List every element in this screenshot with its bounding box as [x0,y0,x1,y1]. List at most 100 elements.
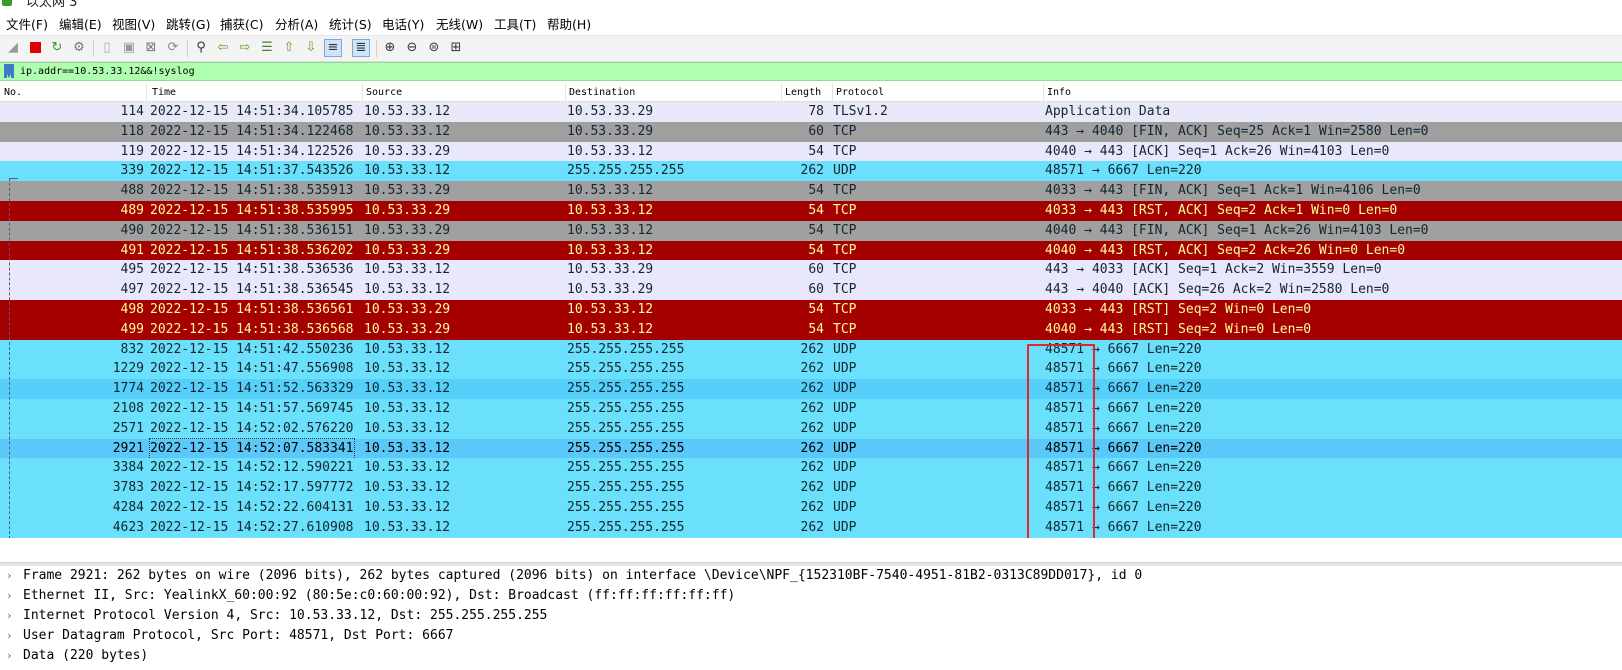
column-no[interactable]: No. [4,87,22,98]
packet-row[interactable]: 489 2022-12-15 14:51:38.535995 10.53.33.29… [0,200,1622,221]
bookmark-icon[interactable] [4,64,14,78]
open-file-icon[interactable]: ▯ [99,40,115,56]
colorize-icon[interactable]: ≣ [352,39,370,57]
packet-source: 10.53.33.12 [364,262,451,278]
close-file-icon[interactable]: ⊠ [143,40,159,56]
menu-telephony[interactable]: 电话(Y) [382,14,424,33]
packet-source: 10.53.33.12 [364,361,451,377]
detail-tree-label: Frame 2921: 262 bytes on wire (2096 bits… [23,568,1143,583]
packet-row[interactable]: 118 2022-12-15 14:51:34.122468 10.53.33.12… [0,121,1622,142]
detail-tree-item[interactable]: › User Datagram Protocol, Src Port: 48571… [0,626,1622,646]
detail-tree-item[interactable]: › Frame 2921: 262 bytes on wire (2096 bit… [0,566,1622,586]
packet-row[interactable]: 3384 2022-12-15 14:52:12.590221 10.53.33.1… [0,458,1622,479]
packet-info: Application Data [1045,104,1171,119]
menu-view[interactable]: 视图(V) [112,14,155,33]
packet-row[interactable]: 832 2022-12-15 14:51:42.550236 10.53.33.12… [0,339,1622,360]
packet-row[interactable]: 498 2022-12-15 14:51:38.536561 10.53.33.29… [0,299,1622,320]
stop-capture-icon[interactable] [27,40,43,56]
autoscroll-icon[interactable]: ≡ [324,39,342,57]
packet-row[interactable]: 499 2022-12-15 14:51:38.536568 10.53.33.29… [0,319,1622,340]
column-source[interactable]: Source [366,87,402,98]
menu-go[interactable]: 跳转(G) [166,14,210,33]
packet-time: 2022-12-15 14:51:52.563329 [150,381,354,397]
restart-capture-icon[interactable]: ↻ [49,40,65,56]
packet-row[interactable]: 119 2022-12-15 14:51:34.122526 10.53.33.29… [0,141,1622,162]
column-divider[interactable] [781,84,782,101]
packet-details-pane: › Frame 2921: 262 bytes on wire (2096 bit… [0,566,1622,670]
resize-columns-icon[interactable]: ⊞ [448,40,464,56]
shark-fin-start-icon[interactable]: ◢ [5,40,21,56]
packet-row[interactable]: 114 2022-12-15 14:51:34.105785 10.53.33.12… [0,102,1622,122]
packet-row[interactable]: 497 2022-12-15 14:51:38.536545 10.53.33.12… [0,280,1622,300]
chevron-right-icon[interactable]: › [6,646,13,666]
packet-destination: 10.53.33.12 [567,242,654,258]
column-protocol[interactable]: Protocol [836,87,884,98]
zoom-out-icon[interactable]: ⊖ [404,40,420,56]
column-time[interactable]: Time [152,87,176,98]
menu-analyze[interactable]: 分析(A) [275,14,318,33]
capture-options-icon[interactable]: ⚙ [71,40,87,56]
menu-file[interactable]: 文件(F) [6,14,48,33]
packet-list-empty-area [0,538,1622,562]
packet-row[interactable]: 1229 2022-12-15 14:51:47.556908 10.53.33.1… [0,359,1622,380]
go-back-icon[interactable]: ⇦ [215,40,231,56]
zoom-in-icon[interactable]: ⊕ [382,40,398,56]
packet-destination: 10.53.33.12 [567,143,654,159]
column-destination[interactable]: Destination [569,87,635,98]
packet-protocol: TCP [833,262,857,278]
packet-row[interactable]: 488 2022-12-15 14:51:38.535913 10.53.33.29… [0,181,1622,201]
menu-tools[interactable]: 工具(T) [494,14,536,33]
detail-tree-item[interactable]: › Ethernet II, Src: YealinkX_60:00:92 (80… [0,586,1622,606]
packet-no: 4623 [112,519,144,535]
column-length[interactable]: Length [785,87,821,98]
packet-row[interactable]: 2108 2022-12-15 14:51:57.569745 10.53.33.1… [0,398,1622,419]
packet-row[interactable]: 1774 2022-12-15 14:51:52.563329 10.53.33.1… [0,379,1622,399]
menu-capture[interactable]: 捕获(C) [220,14,263,33]
packet-destination: 255.255.255.255 [567,499,685,515]
packet-no: 489 [120,202,144,218]
chevron-right-icon[interactable]: › [6,606,13,626]
chevron-right-icon[interactable]: › [6,586,13,606]
packet-time: 2022-12-15 14:51:57.569745 [150,400,354,416]
go-to-packet-icon[interactable]: ☰ [259,40,275,56]
wireshark-app-icon [2,0,12,6]
packet-length: 262 [800,460,824,476]
chevron-right-icon[interactable]: › [6,626,13,646]
menu-statistics[interactable]: 统计(S) [329,14,372,33]
save-file-icon[interactable]: ▣ [121,40,137,56]
title-bar: 以太网 3 [0,0,1622,8]
detail-tree-item[interactable]: › Internet Protocol Version 4, Src: 10.53… [0,606,1622,626]
packet-row[interactable]: 491 2022-12-15 14:51:38.536202 10.53.33.29… [0,240,1622,261]
find-packet-icon[interactable]: ⚲ [193,40,209,56]
packet-row[interactable]: 3783 2022-12-15 14:52:17.597772 10.53.33.1… [0,478,1622,498]
packet-time: 2022-12-15 14:51:38.536202 [150,242,354,258]
packet-row[interactable]: 495 2022-12-15 14:51:38.536536 10.53.33.12… [0,260,1622,281]
go-last-icon[interactable]: ⇩ [303,40,319,56]
packet-row[interactable]: 4284 2022-12-15 14:52:22.604131 10.53.33.1… [0,497,1622,518]
column-divider[interactable] [362,84,363,101]
go-first-icon[interactable]: ⇧ [281,40,297,56]
column-divider[interactable] [146,84,147,101]
packet-source: 10.53.33.29 [364,202,451,218]
packet-row[interactable]: 4623 2022-12-15 14:52:27.610908 10.53.33.1… [0,517,1622,538]
column-divider[interactable] [1043,84,1044,101]
menu-wireless[interactable]: 无线(W) [436,14,483,33]
column-divider[interactable] [832,84,833,101]
packet-no: 488 [120,183,144,199]
reload-file-icon[interactable]: ⟳ [165,40,181,56]
packet-row[interactable]: 490 2022-12-15 14:51:38.536151 10.53.33.29… [0,220,1622,241]
chevron-right-icon[interactable]: › [6,566,13,586]
packet-row[interactable]: 339 2022-12-15 14:51:37.543526 10.53.33.12… [0,161,1622,182]
column-info[interactable]: Info [1047,87,1071,98]
display-filter-input[interactable] [20,63,1610,79]
zoom-normal-icon[interactable]: ⊜ [426,40,442,56]
highlight-box [1027,344,1095,552]
packet-row[interactable]: 2571 2022-12-15 14:52:02.576220 10.53.33.1… [0,418,1622,439]
go-forward-icon[interactable]: ⇨ [237,40,253,56]
menu-edit[interactable]: 编辑(E) [59,14,102,33]
packet-row[interactable]: 2921 2022-12-15 14:52:07.583341 10.53.33.1… [0,437,1622,460]
detail-tree-item[interactable]: › Data (220 bytes) [0,646,1622,666]
packet-protocol: UDP [833,420,857,436]
column-divider[interactable] [565,84,566,101]
menu-help[interactable]: 帮助(H) [547,14,591,33]
